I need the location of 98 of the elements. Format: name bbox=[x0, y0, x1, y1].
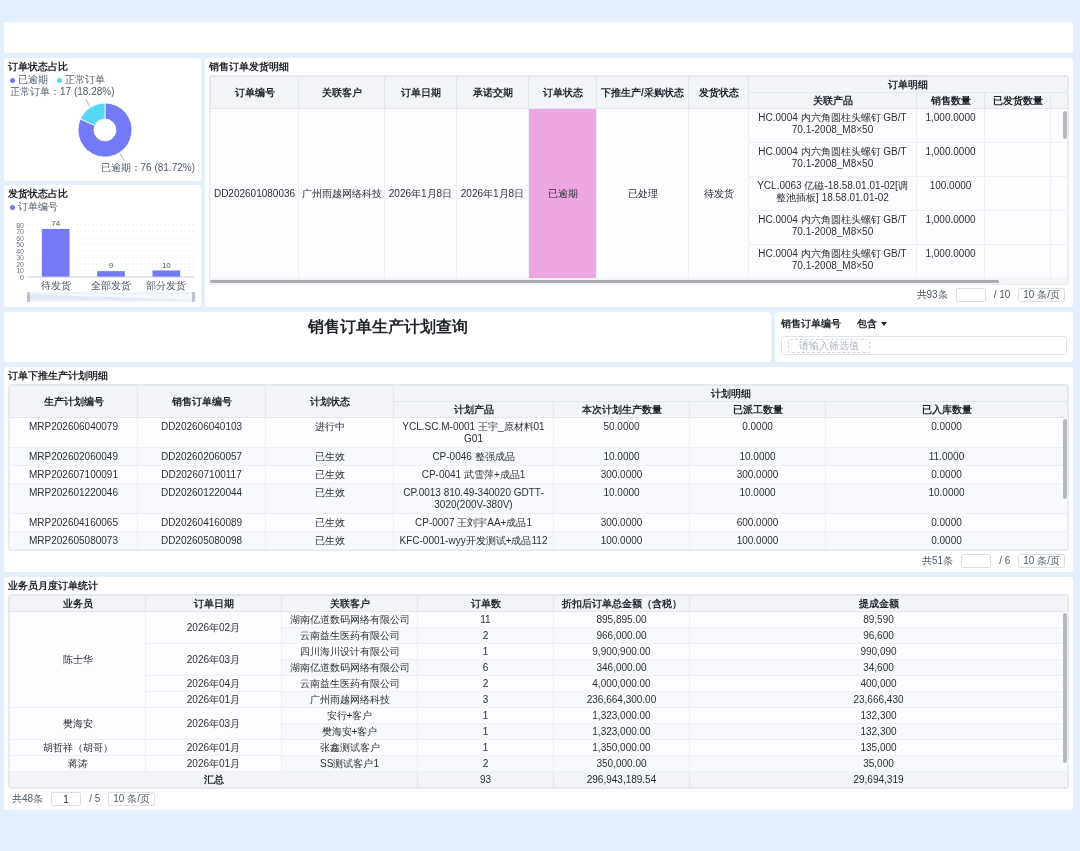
scrollbar-thumb[interactable] bbox=[1063, 613, 1067, 763]
table-cell: MRP202606040079 bbox=[9, 417, 138, 448]
legend-label: 订单编号 bbox=[18, 201, 58, 213]
group-header: 订单明细 bbox=[748, 76, 1068, 93]
table-cell: 陈士华 bbox=[9, 611, 146, 708]
chart-bar bbox=[152, 270, 181, 277]
table-cell: 10.0000 bbox=[553, 483, 690, 514]
column-header: 关联客户 bbox=[298, 76, 385, 109]
table-cell: 0.0000 bbox=[825, 417, 1068, 448]
table-cell: DD202601220044 bbox=[137, 483, 266, 514]
page-size-select[interactable]: 10 条/页 bbox=[1018, 288, 1065, 302]
table-cell: HC.0004 内六角圆柱头螺钉 GB/T 70.1-2008_M8×50 bbox=[748, 142, 917, 177]
category-label: 部分发货 bbox=[146, 280, 187, 291]
scrollbar-thumb[interactable] bbox=[1063, 419, 1067, 499]
scrollbar-thumb[interactable] bbox=[1063, 111, 1067, 139]
page-input[interactable] bbox=[955, 288, 986, 302]
column-header: 下推生产/采购状态 bbox=[596, 76, 689, 109]
table-cell: 1,000.0000 bbox=[916, 108, 985, 143]
column-header: 订单日期 bbox=[145, 595, 282, 612]
status-cell: 已逾期 bbox=[528, 108, 597, 279]
table-cell: 广州雨越网络科技 bbox=[298, 108, 385, 279]
legend-label: 正常订单 bbox=[65, 74, 105, 86]
bar-value-label: 74 bbox=[51, 218, 61, 228]
column-header: 计划状态 bbox=[265, 385, 394, 418]
card-title: 业务员月度订单统计 bbox=[8, 580, 98, 592]
page-input[interactable]: 1 bbox=[51, 792, 82, 806]
table-cell: 10.0000 bbox=[689, 483, 826, 514]
card-title: 订单状态占比 bbox=[8, 61, 68, 73]
table-cell: YCL.0063 亿磁-18.58.01.01-02[调整池插板] 18.58.01.01-02 bbox=[748, 176, 917, 211]
column-header: 提成金额 bbox=[689, 595, 1068, 612]
card-title: 销售订单发货明细 bbox=[209, 61, 289, 73]
column-header: 业务员 bbox=[9, 595, 146, 612]
card-title: 发货状态占比 bbox=[8, 188, 68, 200]
table-cell: 2026年02月 bbox=[145, 611, 282, 644]
caret-icon bbox=[881, 322, 887, 326]
table-cell: 已生效 bbox=[265, 483, 394, 514]
leader-line bbox=[85, 98, 91, 107]
table-cell: 2026年1月8日 bbox=[384, 108, 457, 279]
table-cell: 2026年1月8日 bbox=[456, 108, 529, 279]
record-count: 共51条 bbox=[922, 555, 954, 567]
table-cell: MRP202601220046 bbox=[9, 483, 138, 514]
table-cell: 已处理 bbox=[596, 108, 689, 279]
column-header: 销售订单编号 bbox=[137, 385, 266, 418]
column-header: 订单编号 bbox=[210, 76, 299, 109]
table-cell: HC.0004 内六角圆柱头螺钉 GB/T 70.1-2008_M8×50 bbox=[748, 210, 917, 245]
column-header: 承诺交期 bbox=[456, 76, 529, 109]
column-header: 订单状态 bbox=[528, 76, 597, 109]
table-cell: 2026年03月 bbox=[145, 643, 282, 676]
table-cell: CP.0013 810.49-340020 GDTT-3020(200V-380V) bbox=[393, 483, 554, 514]
page-total: / 10 bbox=[993, 289, 1011, 301]
bar-value-label: 10 bbox=[161, 260, 171, 270]
table-cell: 1,000.0000 bbox=[916, 244, 985, 279]
table-cell: 0.0000 bbox=[689, 417, 826, 448]
filter-field[interactable]: 请输入筛选值 bbox=[781, 336, 1067, 355]
record-count: 共48条 bbox=[12, 793, 44, 805]
column-header: 订单数 bbox=[417, 595, 554, 612]
bar-value-label: 9 bbox=[108, 261, 114, 271]
legend-label: 已逾期 bbox=[18, 74, 48, 86]
category-label: 待发货 bbox=[40, 280, 71, 291]
table-cell: HC.0004 内六角圆柱头螺钉 GB/T 70.1-2008_M8×50 bbox=[748, 244, 917, 279]
filter-input[interactable]: 请输入筛选值 bbox=[788, 338, 870, 353]
column-header: 订单日期 bbox=[384, 76, 457, 109]
filter-label: 销售订单编号 bbox=[781, 318, 841, 330]
table-cell: 2026年03月 bbox=[145, 707, 282, 740]
table-cell: 50.0000 bbox=[553, 417, 690, 448]
slice-label: 正常订单：17 (18.28%) bbox=[10, 86, 115, 97]
column-header: 折扣后订单总金额（含税） bbox=[553, 595, 690, 612]
leader-line bbox=[119, 153, 125, 162]
page-title: 销售订单生产计划查询 bbox=[307, 317, 468, 337]
card-title: 订单下推生产计划明细 bbox=[8, 370, 108, 382]
page-input[interactable] bbox=[961, 554, 992, 568]
column-header: 生产计划编号 bbox=[9, 385, 138, 418]
table-cell: DD202601080036 bbox=[210, 108, 299, 279]
group-header: 计划明细 bbox=[393, 385, 1068, 402]
table-cell: YCL.SC.M-0001 王宇_原材料01 G01 bbox=[393, 417, 554, 448]
page-total: / 5 bbox=[89, 793, 101, 805]
chart-bar bbox=[41, 228, 70, 277]
page-size-select[interactable]: 10 条/页 bbox=[1018, 554, 1065, 568]
page-total: / 6 bbox=[999, 555, 1011, 567]
chart-bar bbox=[97, 271, 125, 277]
table-cell: 100.0000 bbox=[916, 176, 985, 211]
table-cell: 1,000.0000 bbox=[916, 210, 985, 245]
table-cell: 待发货 bbox=[688, 108, 749, 279]
table-cell: 进行中 bbox=[265, 417, 394, 448]
table-cell: 10.0000 bbox=[825, 483, 1068, 514]
table-cell: DD202606040103 bbox=[137, 417, 266, 448]
record-count: 共93条 bbox=[916, 289, 948, 301]
category-label: 全部发货 bbox=[91, 280, 131, 291]
column-header: 发货状态 bbox=[688, 76, 749, 109]
operator-select[interactable]: 包含 bbox=[857, 318, 887, 330]
page-size-select[interactable]: 10 条/页 bbox=[108, 792, 155, 806]
scrollbar-thumb[interactable] bbox=[210, 280, 1000, 283]
column-header: 关联客户 bbox=[281, 595, 418, 612]
table-cell: 1,000.0000 bbox=[916, 142, 985, 177]
range-slider[interactable] bbox=[27, 292, 195, 302]
slice-label: 已逾期：76 (81.72%) bbox=[100, 162, 195, 173]
table-cell: HC.0004 内六角圆柱头螺钉 GB/T 70.1-2008_M8×50 bbox=[748, 108, 917, 143]
table-cell: 樊海安 bbox=[9, 707, 146, 740]
